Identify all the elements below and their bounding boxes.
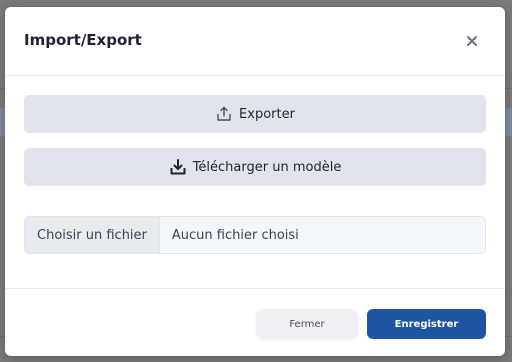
choose-file-button[interactable]: Choisir un fichier [25,217,160,253]
export-button[interactable]: Exporter [24,95,486,133]
import-export-dialog: Import/Export Exporter Télécharger un mo… [5,7,505,356]
download-template-label: Télécharger un modèle [192,159,342,175]
save-button[interactable]: Enregistrer [367,309,486,339]
download-icon [169,158,187,176]
download-template-button[interactable]: Télécharger un modèle [24,148,486,186]
dialog-footer: Fermer Enregistrer [5,288,505,356]
close-button[interactable]: Fermer [256,309,358,339]
dialog-header: Import/Export [5,7,505,76]
upload-icon [215,105,233,123]
export-label: Exporter [239,106,295,122]
file-status: Aucun fichier choisi [171,227,299,243]
close-icon[interactable] [465,33,479,47]
dialog-title: Import/Export [24,31,142,49]
file-input[interactable]: Choisir un fichier Aucun fichier choisi [24,216,486,254]
